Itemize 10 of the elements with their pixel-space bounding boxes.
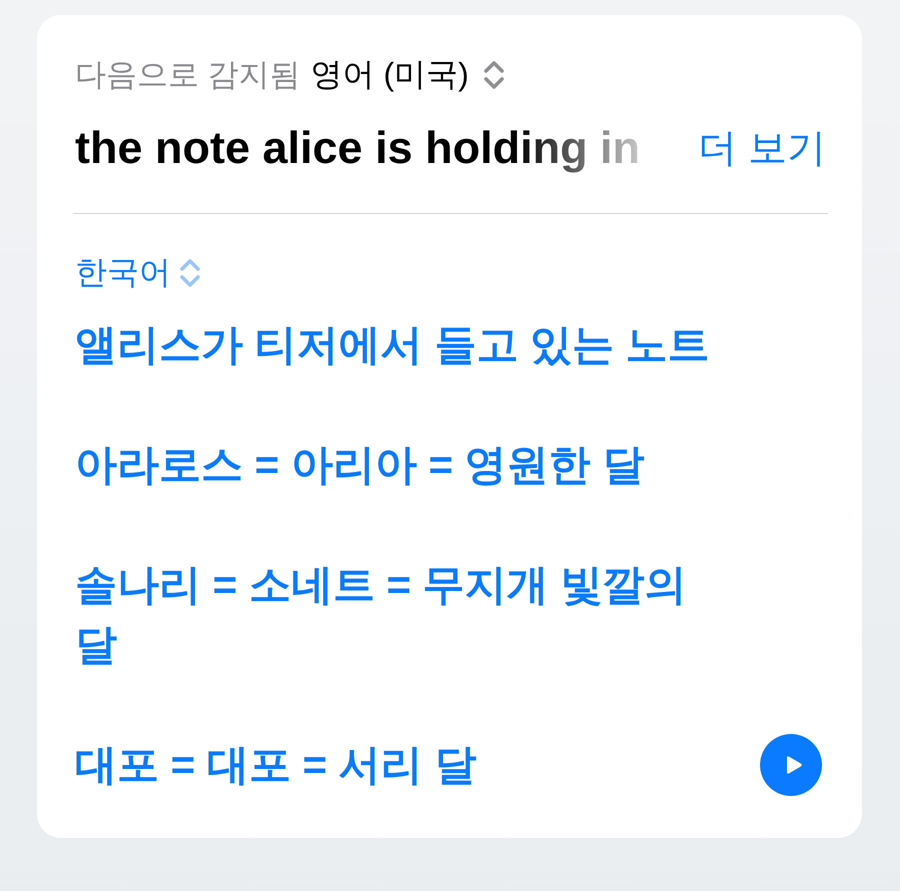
target-language-selector[interactable]: 한국어 <box>75 251 201 295</box>
translation-text: 앨리스가 티저에서 들고 있는 노트 <box>75 320 710 370</box>
translation-text: 솔나리 = 소네트 = 무지개 빛깔의 달 <box>75 560 688 670</box>
more-link[interactable]: 더 보기 <box>698 121 826 175</box>
chevron-up-down-icon <box>179 258 201 288</box>
translation-text: 아라로스 = 아리아 = 영원한 달 <box>75 440 646 490</box>
source-language-selector[interactable]: 영어 (미국) <box>310 53 505 97</box>
chevron-up-down-icon <box>482 60 505 90</box>
detected-language-label: 다음으로 감지됨 <box>75 56 301 94</box>
translation-text: 대포 = 대포 = 서리 달 <box>75 740 478 790</box>
